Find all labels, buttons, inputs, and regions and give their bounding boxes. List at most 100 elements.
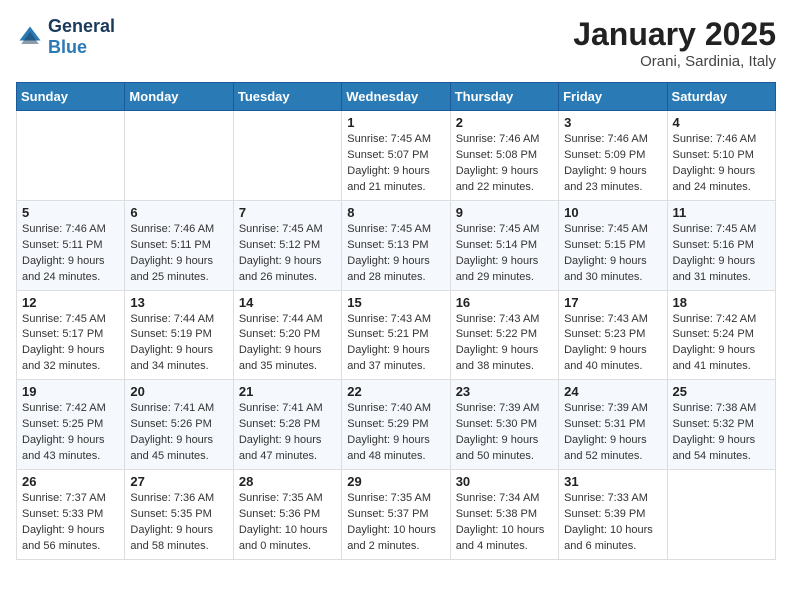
day-number: 12 (22, 295, 119, 310)
day-info: Sunrise: 7:39 AM Sunset: 5:31 PM Dayligh… (564, 401, 661, 465)
page-header: General Blue January 2025 Orani, Sardini… (16, 16, 776, 70)
day-info: Sunrise: 7:43 AM Sunset: 5:23 PM Dayligh… (564, 312, 661, 376)
day-number: 14 (239, 295, 336, 310)
day-number: 25 (673, 384, 770, 399)
weekday-header: Friday (559, 83, 667, 111)
day-number: 8 (347, 205, 444, 220)
calendar-cell: 10Sunrise: 7:45 AM Sunset: 5:15 PM Dayli… (559, 200, 667, 290)
day-number: 9 (456, 205, 553, 220)
day-info: Sunrise: 7:37 AM Sunset: 5:33 PM Dayligh… (22, 491, 119, 555)
calendar-cell (233, 111, 341, 201)
day-number: 6 (130, 205, 227, 220)
day-info: Sunrise: 7:45 AM Sunset: 5:12 PM Dayligh… (239, 222, 336, 286)
weekday-header: Saturday (667, 83, 775, 111)
calendar-cell: 15Sunrise: 7:43 AM Sunset: 5:21 PM Dayli… (342, 290, 450, 380)
calendar-cell: 11 Sunrise: 7:45 AM Sunset: 5:16 PM Dayli… (667, 200, 775, 290)
calendar-cell: 13 Sunrise: 7:44 AM Sunset: 5:19 PM Dayli… (125, 290, 233, 380)
calendar-cell: 23Sunrise: 7:39 AM Sunset: 5:30 PM Dayli… (450, 380, 558, 470)
day-info: Sunrise: 7:33 AM Sunset: 5:39 PM Dayligh… (564, 491, 661, 555)
calendar-cell: 28 Sunrise: 7:35 AM Sunset: 5:36 PM Dayli… (233, 470, 341, 560)
calendar-cell: 30 Sunrise: 7:34 AM Sunset: 5:38 PM Dayli… (450, 470, 558, 560)
day-info: Sunrise: 7:46 AM Sunset: 5:08 PM Dayligh… (456, 132, 553, 196)
title-section: January 2025 Orani, Sardinia, Italy (573, 16, 776, 70)
calendar-cell: 22Sunrise: 7:40 AM Sunset: 5:29 PM Dayli… (342, 380, 450, 470)
weekday-header: Wednesday (342, 83, 450, 111)
calendar-cell: 1 Sunrise: 7:45 AM Sunset: 5:07 PM Daylig… (342, 111, 450, 201)
logo: General Blue (16, 16, 115, 58)
logo-text-blue: Blue (48, 37, 87, 57)
calendar-cell: 18 Sunrise: 7:42 AM Sunset: 5:24 PM Dayli… (667, 290, 775, 380)
day-number: 17 (564, 295, 661, 310)
day-number: 19 (22, 384, 119, 399)
day-info: Sunrise: 7:45 AM Sunset: 5:14 PM Dayligh… (456, 222, 553, 286)
calendar-cell: 12 Sunrise: 7:45 AM Sunset: 5:17 PM Dayli… (17, 290, 125, 380)
calendar-cell: 6 Sunrise: 7:46 AM Sunset: 5:11 PM Daylig… (125, 200, 233, 290)
day-info: Sunrise: 7:38 AM Sunset: 5:32 PM Dayligh… (673, 401, 770, 465)
logo-text-general: General (48, 16, 115, 36)
day-number: 18 (673, 295, 770, 310)
day-number: 30 (456, 474, 553, 489)
day-info: Sunrise: 7:41 AM Sunset: 5:28 PM Dayligh… (239, 401, 336, 465)
calendar-cell: 16 Sunrise: 7:43 AM Sunset: 5:22 PM Dayli… (450, 290, 558, 380)
day-number: 11 (673, 205, 770, 220)
calendar-cell (667, 470, 775, 560)
day-number: 3 (564, 115, 661, 130)
calendar-cell: 3 Sunrise: 7:46 AM Sunset: 5:09 PM Daylig… (559, 111, 667, 201)
day-info: Sunrise: 7:39 AM Sunset: 5:30 PM Dayligh… (456, 401, 553, 465)
day-number: 1 (347, 115, 444, 130)
day-info: Sunrise: 7:34 AM Sunset: 5:38 PM Dayligh… (456, 491, 553, 555)
day-number: 22 (347, 384, 444, 399)
calendar-header-row: SundayMondayTuesdayWednesdayThursdayFrid… (17, 83, 776, 111)
calendar-cell: 14Sunrise: 7:44 AM Sunset: 5:20 PM Dayli… (233, 290, 341, 380)
day-info: Sunrise: 7:46 AM Sunset: 5:10 PM Dayligh… (673, 132, 770, 196)
day-number: 24 (564, 384, 661, 399)
day-number: 15 (347, 295, 444, 310)
weekday-header: Sunday (17, 83, 125, 111)
day-number: 4 (673, 115, 770, 130)
logo-icon (16, 23, 44, 51)
calendar-week-row: 19 Sunrise: 7:42 AM Sunset: 5:25 PM Dayli… (17, 380, 776, 470)
day-number: 16 (456, 295, 553, 310)
day-number: 26 (22, 474, 119, 489)
day-info: Sunrise: 7:45 AM Sunset: 5:17 PM Dayligh… (22, 312, 119, 376)
month-year-title: January 2025 (573, 16, 776, 53)
calendar-cell: 19 Sunrise: 7:42 AM Sunset: 5:25 PM Dayli… (17, 380, 125, 470)
day-info: Sunrise: 7:45 AM Sunset: 5:15 PM Dayligh… (564, 222, 661, 286)
calendar-cell: 31Sunrise: 7:33 AM Sunset: 5:39 PM Dayli… (559, 470, 667, 560)
day-number: 13 (130, 295, 227, 310)
day-info: Sunrise: 7:35 AM Sunset: 5:36 PM Dayligh… (239, 491, 336, 555)
day-number: 28 (239, 474, 336, 489)
day-info: Sunrise: 7:43 AM Sunset: 5:22 PM Dayligh… (456, 312, 553, 376)
calendar-week-row: 12 Sunrise: 7:45 AM Sunset: 5:17 PM Dayli… (17, 290, 776, 380)
calendar-cell: 29 Sunrise: 7:35 AM Sunset: 5:37 PM Dayli… (342, 470, 450, 560)
calendar-cell: 25 Sunrise: 7:38 AM Sunset: 5:32 PM Dayli… (667, 380, 775, 470)
calendar-cell: 21 Sunrise: 7:41 AM Sunset: 5:28 PM Dayli… (233, 380, 341, 470)
calendar-cell: 9 Sunrise: 7:45 AM Sunset: 5:14 PM Daylig… (450, 200, 558, 290)
calendar-cell: 24 Sunrise: 7:39 AM Sunset: 5:31 PM Dayli… (559, 380, 667, 470)
day-info: Sunrise: 7:45 AM Sunset: 5:16 PM Dayligh… (673, 222, 770, 286)
day-info: Sunrise: 7:42 AM Sunset: 5:25 PM Dayligh… (22, 401, 119, 465)
weekday-header: Thursday (450, 83, 558, 111)
day-info: Sunrise: 7:45 AM Sunset: 5:07 PM Dayligh… (347, 132, 444, 196)
calendar-cell: 27Sunrise: 7:36 AM Sunset: 5:35 PM Dayli… (125, 470, 233, 560)
calendar-cell (17, 111, 125, 201)
day-info: Sunrise: 7:44 AM Sunset: 5:19 PM Dayligh… (130, 312, 227, 376)
day-number: 29 (347, 474, 444, 489)
day-number: 21 (239, 384, 336, 399)
day-number: 2 (456, 115, 553, 130)
day-info: Sunrise: 7:45 AM Sunset: 5:13 PM Dayligh… (347, 222, 444, 286)
day-info: Sunrise: 7:41 AM Sunset: 5:26 PM Dayligh… (130, 401, 227, 465)
weekday-header: Monday (125, 83, 233, 111)
calendar-cell: 2 Sunrise: 7:46 AM Sunset: 5:08 PM Daylig… (450, 111, 558, 201)
calendar-cell: 8 Sunrise: 7:45 AM Sunset: 5:13 PM Daylig… (342, 200, 450, 290)
day-info: Sunrise: 7:35 AM Sunset: 5:37 PM Dayligh… (347, 491, 444, 555)
day-number: 27 (130, 474, 227, 489)
location-subtitle: Orani, Sardinia, Italy (573, 53, 776, 70)
calendar-cell: 17 Sunrise: 7:43 AM Sunset: 5:23 PM Dayli… (559, 290, 667, 380)
day-number: 20 (130, 384, 227, 399)
day-info: Sunrise: 7:42 AM Sunset: 5:24 PM Dayligh… (673, 312, 770, 376)
calendar-week-row: 1 Sunrise: 7:45 AM Sunset: 5:07 PM Daylig… (17, 111, 776, 201)
day-info: Sunrise: 7:46 AM Sunset: 5:11 PM Dayligh… (130, 222, 227, 286)
day-info: Sunrise: 7:46 AM Sunset: 5:11 PM Dayligh… (22, 222, 119, 286)
day-info: Sunrise: 7:46 AM Sunset: 5:09 PM Dayligh… (564, 132, 661, 196)
